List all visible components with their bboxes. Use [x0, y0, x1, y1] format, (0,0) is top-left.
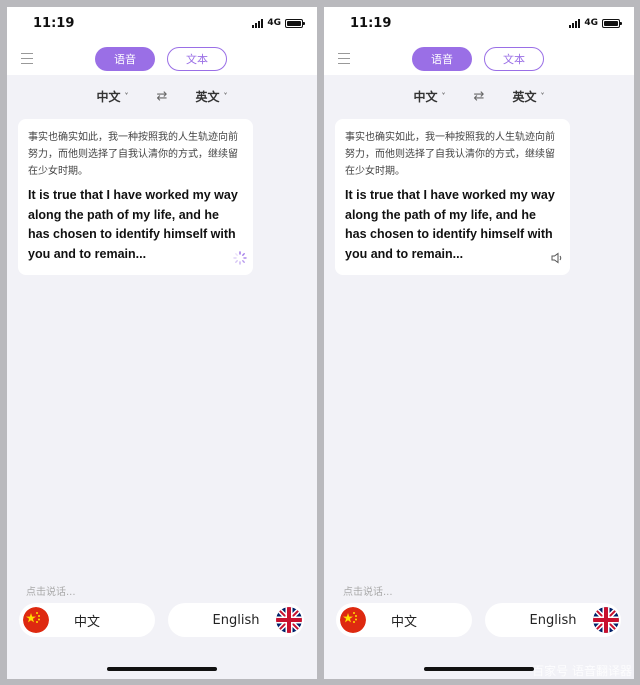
- mode-tabs: 语音 文本: [95, 47, 227, 71]
- target-language-label: 英文: [195, 89, 220, 104]
- translated-text: It is true that I have worked my way alo…: [345, 188, 555, 261]
- translated-text: It is true that I have worked my way alo…: [28, 188, 238, 261]
- tap-to-speak-hint: 点击说话...: [26, 587, 76, 598]
- tab-text[interactable]: 文本: [484, 47, 544, 71]
- target-language-select[interactable]: 英文 ˅: [195, 88, 227, 105]
- watermark: 百家号 语音翻译器: [532, 664, 632, 678]
- swap-icon[interactable]: ⇄: [474, 89, 485, 104]
- top-bar: 语音 文本: [324, 43, 634, 75]
- target-language-select[interactable]: 英文 ˅: [512, 88, 544, 105]
- top-bar: 语音 文本: [7, 43, 317, 75]
- uk-flag-icon: [593, 607, 619, 633]
- tab-voice[interactable]: 语音: [95, 47, 155, 71]
- home-indicator: [107, 667, 217, 671]
- phone-screen-complete: 11:19 4G 语音 文本 中文 ˅ ⇄ 英文 ˅ 事实也确实如此，我一种按照…: [324, 7, 634, 679]
- translation-card[interactable]: 事实也确实如此，我一种按照我的人生轨迹向前努力，而他则选择了自我认清你的方式，继…: [18, 119, 253, 275]
- chinese-speak-button[interactable]: 中文: [336, 603, 472, 637]
- tab-text[interactable]: 文本: [167, 47, 227, 71]
- status-indicators: 4G: [569, 18, 622, 28]
- swap-icon[interactable]: ⇄: [157, 89, 168, 104]
- battery-icon: [602, 18, 622, 28]
- signal-icon: [252, 18, 264, 28]
- signal-icon: [569, 18, 581, 28]
- status-bar: 11:19 4G: [324, 7, 634, 43]
- uk-flag-icon: [276, 607, 302, 633]
- status-time: 11:19: [350, 16, 392, 31]
- loading-spinner-icon: [233, 251, 247, 265]
- mode-tabs: 语音 文本: [412, 47, 544, 71]
- language-selector-row: 中文 ˅ ⇄ 英文 ˅: [7, 75, 317, 117]
- chevron-down-icon: ˅: [223, 91, 228, 101]
- language-selector-row: 中文 ˅ ⇄ 英文 ˅: [324, 75, 634, 117]
- status-indicators: 4G: [252, 18, 305, 28]
- source-text: 事实也确实如此，我一种按照我的人生轨迹向前努力，而他则选择了自我认清你的方式，继…: [345, 132, 555, 177]
- tab-voice[interactable]: 语音: [412, 47, 472, 71]
- chevron-down-icon: ˅: [124, 91, 129, 101]
- english-speak-button[interactable]: English: [168, 603, 304, 637]
- chinese-speak-button[interactable]: 中文: [19, 603, 155, 637]
- source-language-select[interactable]: 中文 ˅: [414, 88, 446, 105]
- tap-to-speak-hint: 点击说话...: [343, 587, 393, 598]
- menu-icon[interactable]: [338, 53, 350, 64]
- status-time: 11:19: [33, 16, 75, 31]
- source-language-label: 中文: [96, 89, 121, 104]
- home-indicator: [424, 667, 534, 671]
- phone-screen-loading: 11:19 4G 语音 文本 中文 ˅ ⇄ 英文 ˅ 事实也确实如此，我一种按照…: [7, 7, 317, 679]
- chinese-button-label: 中文: [390, 614, 417, 630]
- status-bar: 11:19 4G: [7, 7, 317, 43]
- chevron-down-icon: ˅: [441, 91, 446, 101]
- source-text: 事实也确实如此，我一种按照我的人生轨迹向前努力，而他则选择了自我认清你的方式，继…: [28, 132, 238, 177]
- source-language-select[interactable]: 中文 ˅: [97, 88, 129, 105]
- translation-card[interactable]: 事实也确实如此，我一种按照我的人生轨迹向前努力，而他则选择了自我认清你的方式，继…: [335, 119, 570, 275]
- source-language-label: 中文: [413, 89, 438, 104]
- battery-icon: [285, 18, 305, 28]
- target-language-label: 英文: [512, 89, 537, 104]
- english-speak-button[interactable]: English: [485, 603, 621, 637]
- chevron-down-icon: ˅: [540, 91, 545, 101]
- speaker-icon[interactable]: [550, 251, 564, 265]
- menu-icon[interactable]: [21, 53, 33, 64]
- network-label: 4G: [267, 18, 281, 28]
- network-label: 4G: [584, 18, 598, 28]
- chinese-button-label: 中文: [73, 614, 100, 630]
